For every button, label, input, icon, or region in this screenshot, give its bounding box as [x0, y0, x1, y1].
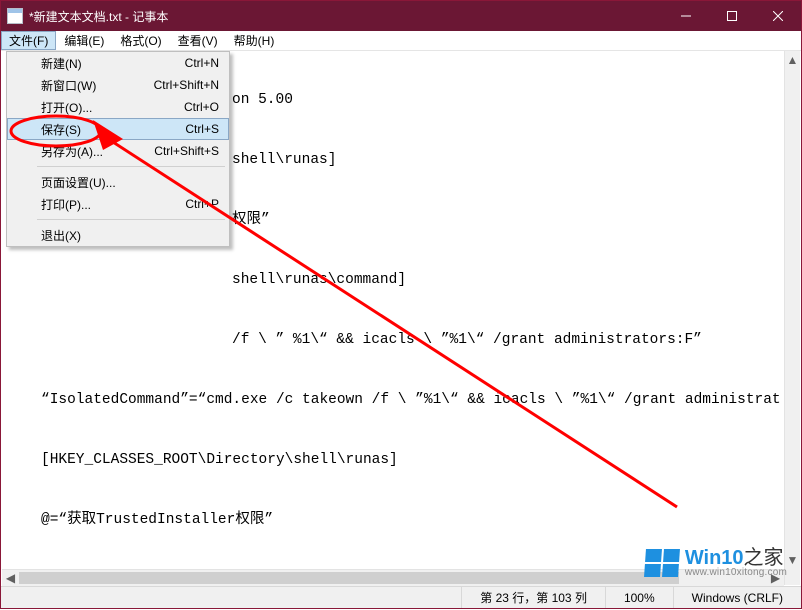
menu-item-label: 页面设置(U)...	[41, 174, 219, 191]
menu-view[interactable]: 查看(V)	[170, 31, 226, 50]
menu-item-shortcut: Ctrl+S	[185, 122, 219, 136]
menu-item-label: 另存为(A)...	[41, 143, 154, 160]
scroll-left-icon[interactable]: ◀	[2, 570, 19, 586]
menu-item-save-as[interactable]: 另存为(A)... Ctrl+Shift+S	[7, 140, 229, 162]
menu-item-shortcut: Ctrl+Shift+S	[154, 144, 219, 158]
watermark: Win10之家 www.win10xitong.com	[645, 548, 787, 578]
menu-format[interactable]: 格式(O)	[112, 31, 169, 50]
editor-line: @=“获取TrustedInstaller权限”	[12, 505, 774, 535]
window-title: *新建文本文档.txt - 记事本	[29, 8, 168, 25]
menu-item-label: 打印(P)...	[41, 196, 185, 213]
watermark-url: www.win10xitong.com	[685, 568, 787, 578]
editor-line: shell\runas\command]	[12, 265, 774, 295]
window-controls	[663, 1, 801, 31]
menu-separator	[7, 162, 229, 171]
close-button[interactable]	[755, 1, 801, 31]
menu-file[interactable]: 文件(F)	[1, 31, 56, 50]
menu-item-label: 新窗口(W)	[41, 77, 154, 94]
menu-help[interactable]: 帮助(H)	[226, 31, 283, 50]
menu-item-page-setup[interactable]: 页面设置(U)...	[7, 171, 229, 193]
menu-item-exit[interactable]: 退出(X)	[7, 224, 229, 246]
maximize-button[interactable]	[709, 1, 755, 31]
watermark-suffix: 之家	[744, 547, 784, 569]
menu-item-label: 退出(X)	[41, 227, 219, 244]
watermark-brand: Win10	[685, 547, 744, 569]
scroll-up-icon[interactable]: ▲	[785, 51, 800, 68]
title-bar: *新建文本文档.txt - 记事本	[1, 1, 801, 31]
notepad-icon	[7, 8, 23, 24]
status-zoom: 100%	[605, 587, 673, 608]
menu-item-label: 保存(S)	[41, 121, 185, 138]
editor-line: [HKEY_CLASSES_ROOT\Directory\shell\runas…	[12, 445, 774, 475]
vertical-scrollbar[interactable]: ▲ ▼	[784, 51, 800, 585]
menu-item-shortcut: Ctrl+N	[185, 56, 219, 70]
menu-item-label: 新建(N)	[41, 55, 185, 72]
status-cursor-position: 第 23 行，第 103 列	[461, 587, 605, 608]
menu-bar: 文件(F) 编辑(E) 格式(O) 查看(V) 帮助(H)	[1, 31, 801, 51]
editor-line: “IsolatedCommand”=“cmd.exe /c takeown /f…	[12, 385, 774, 415]
file-menu-dropdown: 新建(N) Ctrl+N 新窗口(W) Ctrl+Shift+N 打开(O)..…	[6, 51, 230, 247]
windows-logo-icon	[644, 549, 680, 577]
menu-edit[interactable]: 编辑(E)	[56, 31, 112, 50]
scrollbar-thumb[interactable]	[19, 572, 679, 584]
scrollbar-corner	[785, 568, 800, 585]
menu-item-shortcut: Ctrl+P	[185, 197, 219, 211]
menu-item-shortcut: Ctrl+O	[184, 100, 219, 114]
menu-item-shortcut: Ctrl+Shift+N	[154, 78, 219, 92]
menu-item-new[interactable]: 新建(N) Ctrl+N	[7, 52, 229, 74]
menu-item-open[interactable]: 打开(O)... Ctrl+O	[7, 96, 229, 118]
menu-item-print[interactable]: 打印(P)... Ctrl+P	[7, 193, 229, 215]
status-bar: 第 23 行，第 103 列 100% Windows (CRLF) ANSI	[1, 586, 801, 608]
menu-item-new-window[interactable]: 新窗口(W) Ctrl+Shift+N	[7, 74, 229, 96]
status-eol: Windows (CRLF)	[673, 587, 801, 608]
scroll-down-icon[interactable]: ▼	[785, 551, 800, 568]
menu-separator	[7, 215, 229, 224]
minimize-button[interactable]	[663, 1, 709, 31]
menu-item-save[interactable]: 保存(S) Ctrl+S	[7, 118, 229, 140]
menu-item-label: 打开(O)...	[41, 99, 184, 116]
editor-line: /f \ ” %1\“ && icacls \ ”%1\“ /grant adm…	[12, 325, 774, 355]
